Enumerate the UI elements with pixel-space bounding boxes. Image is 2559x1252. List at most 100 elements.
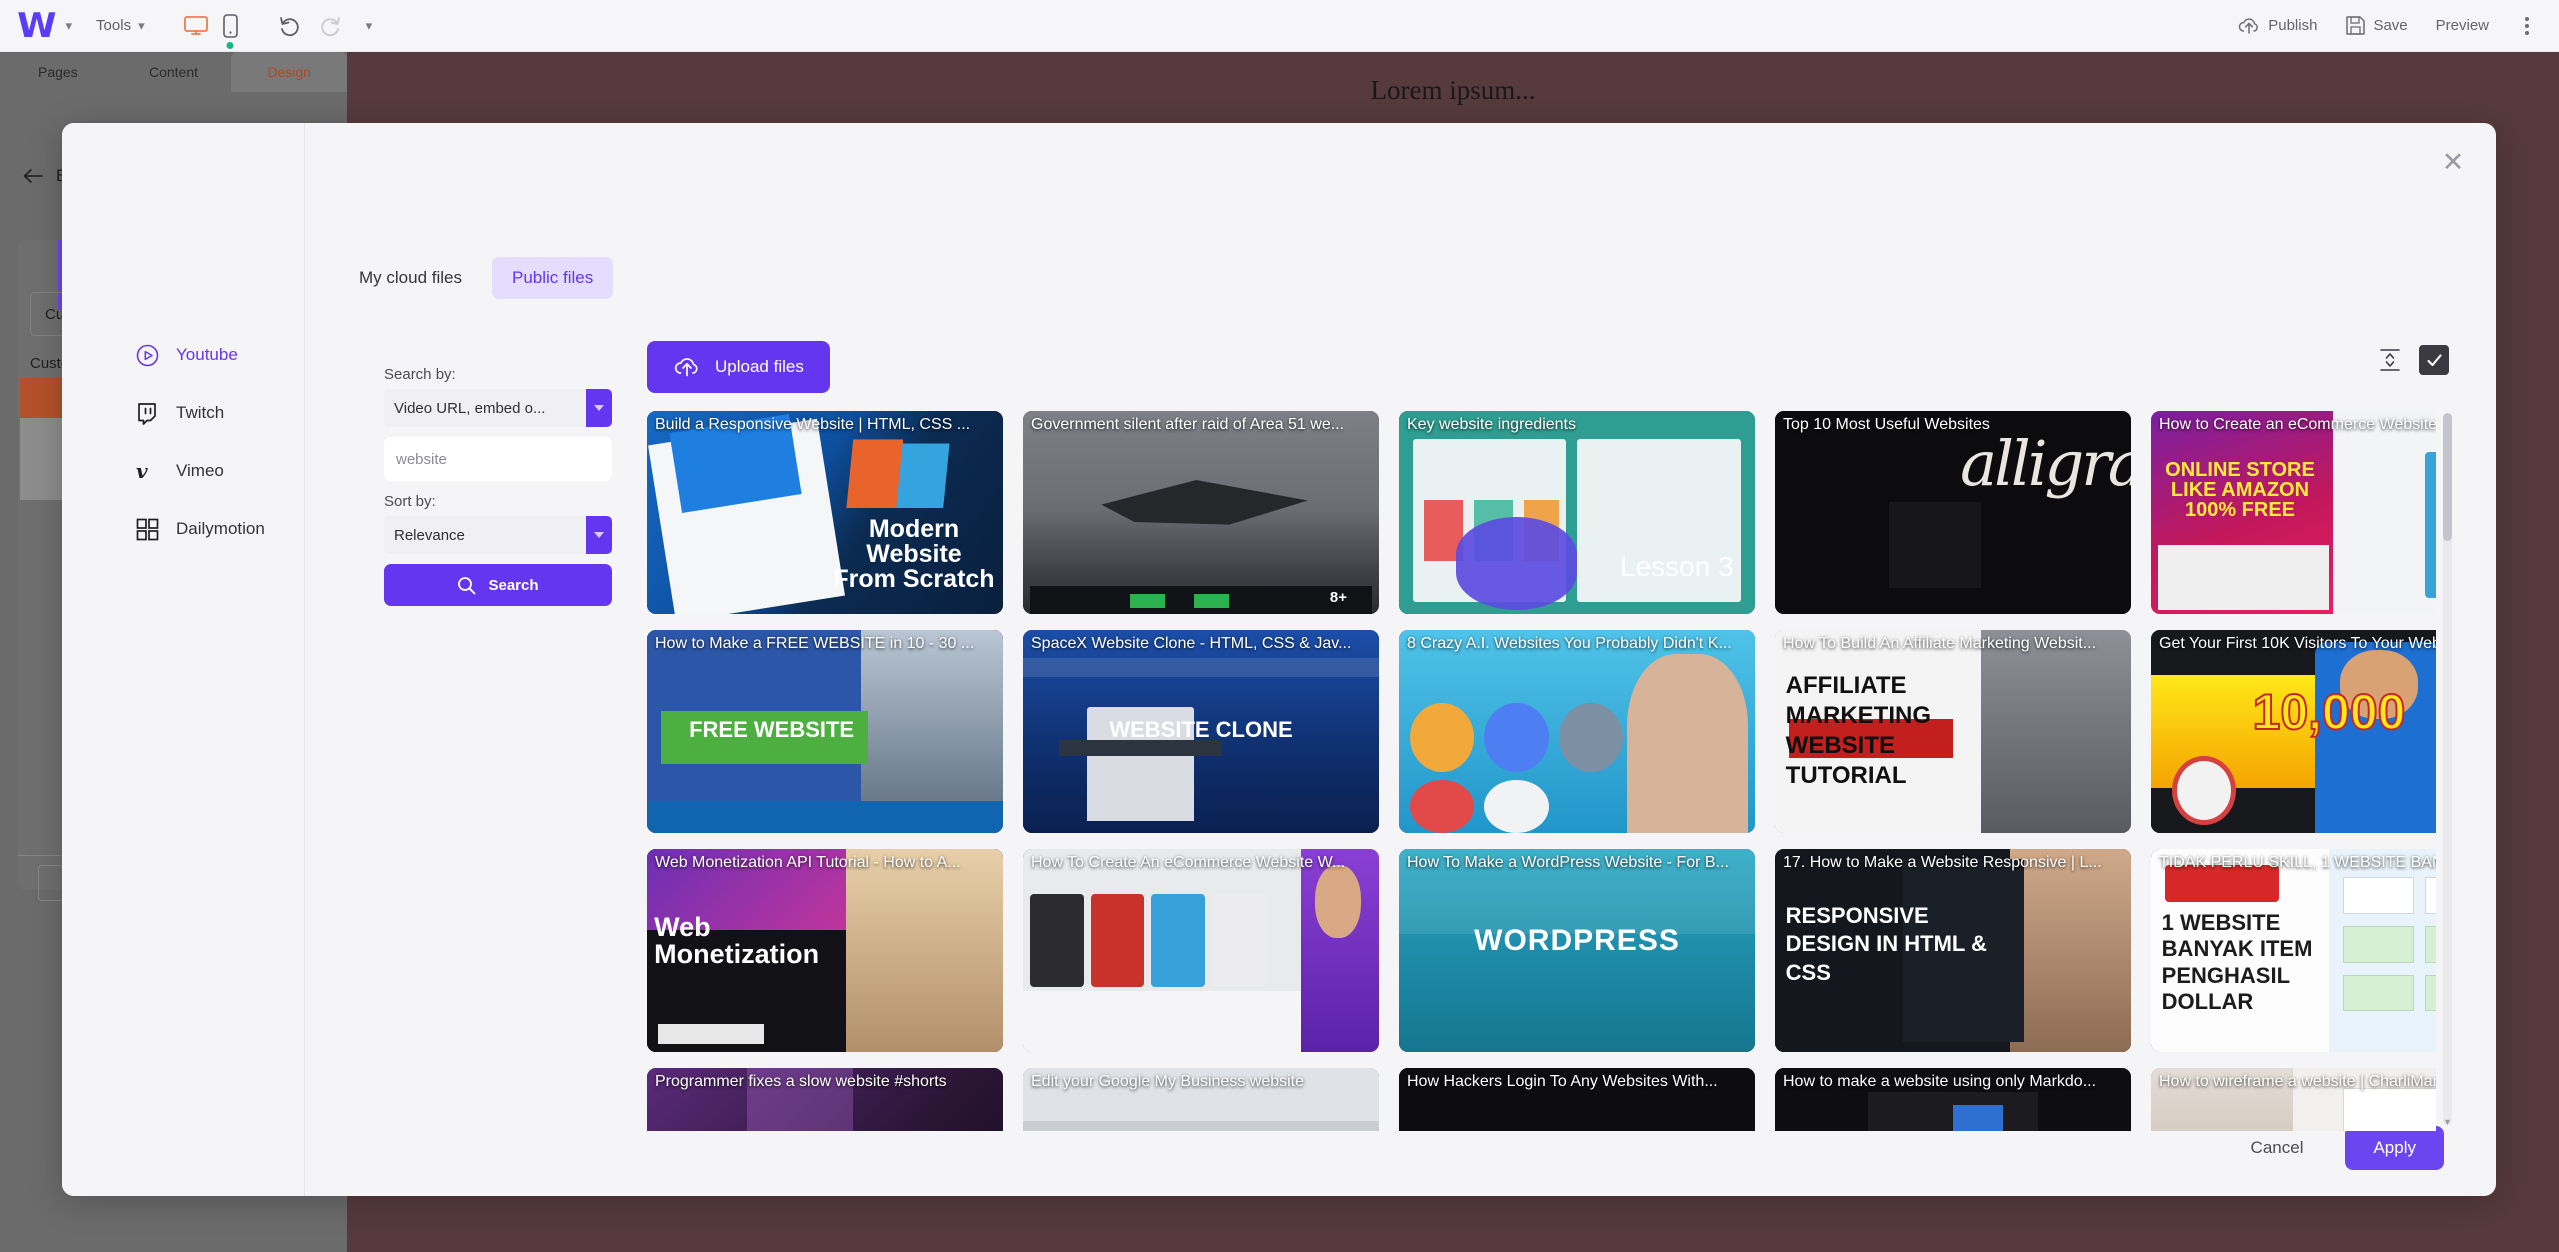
video-result-card[interactable]: Lesson 3 Key website ingredients	[1399, 411, 1755, 614]
video-thumbnail	[1399, 630, 1755, 833]
video-title: How Hackers Login To Any Websites With..…	[1407, 1073, 1718, 1090]
publish-button[interactable]: Publish	[2225, 0, 2329, 52]
app-toolbar: W ▾ Tools ▾ ▾ Publish Save Preview	[0, 0, 2559, 52]
sidebar-item-label: Youtube	[176, 345, 238, 364]
video-title: Edit your Google My Business website	[1031, 1073, 1305, 1090]
video-title: Top 10 Most Useful Websites	[1783, 416, 1990, 433]
more-options-icon[interactable]	[2505, 16, 2543, 35]
video-title: TIDAK PERLU SKILL, 1 WEBSITE BANYAK ...	[2159, 854, 2436, 871]
upload-files-button[interactable]: Upload files	[647, 341, 830, 393]
tools-chevron-down-icon: ▾	[138, 17, 145, 33]
desktop-icon	[183, 15, 208, 35]
video-result-card[interactable]: WORDPRESS How To Make a WordPress Website…	[1399, 849, 1755, 1052]
twitch-icon	[134, 400, 160, 426]
video-thumbnail-overlay-text: ONLINE STORE LIKE AMAZON 100% FREE	[2165, 458, 2315, 521]
search-by-select[interactable]: Video URL, embed o...	[384, 389, 612, 427]
history-chevron-down-icon[interactable]: ▾	[358, 18, 381, 34]
search-input[interactable]	[384, 437, 612, 481]
video-result-card[interactable]: Modern Website From Scratch Build a Respon…	[647, 411, 1003, 614]
video-title: How To Build An Affiliate Marketing Webs…	[1783, 635, 2097, 652]
redo-button[interactable]	[318, 15, 342, 37]
publish-label: Publish	[2268, 17, 2318, 34]
fit-height-icon[interactable]	[2375, 345, 2405, 375]
cancel-button[interactable]: Cancel	[2245, 1137, 2310, 1159]
video-result-card[interactable]: FREE WEBSITE How to Make a FREE WEBSITE i…	[647, 630, 1003, 833]
video-result-card[interactable]: 8 Crazy A.I. Websites You Probably Didn'…	[1399, 630, 1755, 833]
apply-button[interactable]: Apply	[2345, 1126, 2444, 1170]
video-result-card[interactable]: Programmer fixes a slow website #shorts	[647, 1068, 1003, 1131]
video-result-card[interactable]: 8+ Government silent after raid of Area 5…	[1023, 411, 1379, 614]
video-result-card[interactable]: How Hackers Login To Any Websites With..…	[1399, 1068, 1755, 1131]
save-button[interactable]: Save	[2333, 0, 2419, 52]
desktop-view-button[interactable]	[183, 15, 209, 37]
tab-pages[interactable]: Pages	[0, 52, 116, 92]
search-button[interactable]: Search	[384, 564, 612, 606]
video-result-card[interactable]: How to wireframe a website | CharliMarie…	[2151, 1068, 2436, 1131]
video-picker-modal: ✕ Youtube Twitch v Vimeo Dailymotion My …	[62, 123, 2496, 1196]
video-results-grid: Modern Website From Scratch Build a Respon…	[647, 411, 2436, 1131]
search-by-value: Video URL, embed o...	[394, 399, 546, 417]
tab-design[interactable]: Design	[231, 52, 348, 92]
video-title: SpaceX Website Clone - HTML, CSS & Jav..…	[1031, 635, 1352, 652]
video-result-card[interactable]: RESPONSIVE DESIGN IN HTML & CSS 17. How t…	[1775, 849, 2131, 1052]
sidebar-item-label: Twitch	[176, 403, 225, 422]
sidebar-item-dailymotion[interactable]: Dailymotion	[62, 500, 304, 558]
sidebar-item-label: Vimeo	[176, 461, 224, 480]
tools-menu[interactable]: Tools ▾	[84, 0, 157, 52]
scrollbar-thumb[interactable]	[2443, 413, 2452, 541]
tab-content[interactable]: Content	[116, 52, 232, 92]
vimeo-icon: v	[134, 458, 160, 484]
video-thumbnail: alligrap	[1775, 411, 2131, 614]
video-result-card[interactable]: Edit your Google My Business website	[1023, 1068, 1379, 1131]
video-result-card[interactable]: AFFILIATE MARKETING WEBSITE TUTORIAL How …	[1775, 630, 2131, 833]
video-thumbnail-overlay-text: AFFILIATE MARKETING WEBSITE TUTORIAL	[1785, 671, 1931, 789]
preview-label: Preview	[2435, 17, 2489, 34]
chevron-down-icon	[586, 389, 612, 427]
sidebar-item-twitch[interactable]: Twitch	[62, 384, 304, 442]
checkmark-icon[interactable]	[2419, 345, 2449, 375]
sidebar-item-youtube[interactable]: Youtube	[62, 326, 304, 384]
video-result-card[interactable]: How To Create An eCommerce Website W...	[1023, 849, 1379, 1052]
video-title: How to Make a FREE WEBSITE in 10 - 30 ..…	[655, 635, 975, 652]
video-thumbnail-overlay-text: Lesson 3	[1620, 551, 1734, 583]
preview-button[interactable]: Preview	[2424, 0, 2501, 52]
tab-public-files[interactable]: Public files	[491, 257, 614, 299]
app-logo[interactable]: W	[17, 9, 56, 43]
undo-icon	[279, 16, 299, 36]
grid-view-toggles	[2375, 345, 2449, 375]
video-result-card[interactable]: 1 WEBSITE BANYAK ITEM PENGHASIL DOLLAR TI…	[2151, 849, 2436, 1052]
upload-files-label: Upload files	[715, 357, 804, 376]
search-button-label: Search	[488, 576, 539, 594]
cloud-upload-icon	[2238, 17, 2259, 34]
cloud-upload-icon	[674, 358, 698, 377]
video-result-card[interactable]: How to make a website using only Markdo.…	[1775, 1068, 2131, 1131]
video-title: Key website ingredients	[1407, 416, 1576, 433]
results-scrollbar[interactable]	[2443, 413, 2452, 1125]
search-icon	[458, 576, 476, 594]
video-result-card[interactable]: ONLINE STORE LIKE AMAZON 100% FREE How to C…	[2151, 411, 2436, 614]
close-icon[interactable]: ✕	[2436, 145, 2470, 179]
video-thumbnail	[1023, 849, 1379, 1052]
youtube-play-icon	[134, 342, 160, 368]
sidebar-item-vimeo[interactable]: v Vimeo	[62, 442, 304, 500]
video-title: How to Create an eCommerce Website wi...	[2159, 416, 2436, 433]
video-result-card[interactable]: Web Monetization Web Monetization API Tut…	[647, 849, 1003, 1052]
video-title: Web Monetization API Tutorial - How to A…	[655, 854, 961, 871]
video-result-card[interactable]: 10,000 Get Your First 10K Visitors To You…	[2151, 630, 2436, 833]
search-by-label: Search by:	[384, 366, 456, 383]
mobile-active-indicator	[226, 41, 234, 49]
video-thumbnail-overlay-text: Web Monetization	[654, 911, 820, 969]
video-title: How To Create An eCommerce Website W...	[1031, 854, 1346, 871]
mobile-view-button[interactable]	[222, 13, 238, 49]
video-title: 8 Crazy A.I. Websites You Probably Didn'…	[1407, 635, 1732, 652]
arrow-left-icon	[23, 169, 43, 183]
video-result-card[interactable]: alligrap Top 10 Most Useful Websites	[1775, 411, 2131, 614]
tab-my-cloud-files[interactable]: My cloud files	[339, 257, 482, 299]
sort-by-select[interactable]: Relevance	[384, 516, 612, 554]
logo-chevron-down-icon[interactable]: ▾	[58, 18, 81, 34]
video-result-card[interactable]: WEBSITE CLONE SpaceX Website Clone - HTML…	[1023, 630, 1379, 833]
sort-by-value: Relevance	[394, 526, 465, 544]
undo-button[interactable]	[278, 15, 302, 37]
video-thumbnail-overlay-text: WEBSITE CLONE	[1109, 717, 1293, 743]
video-thumbnail-overlay-text: Modern Website From Scratch	[833, 514, 995, 593]
